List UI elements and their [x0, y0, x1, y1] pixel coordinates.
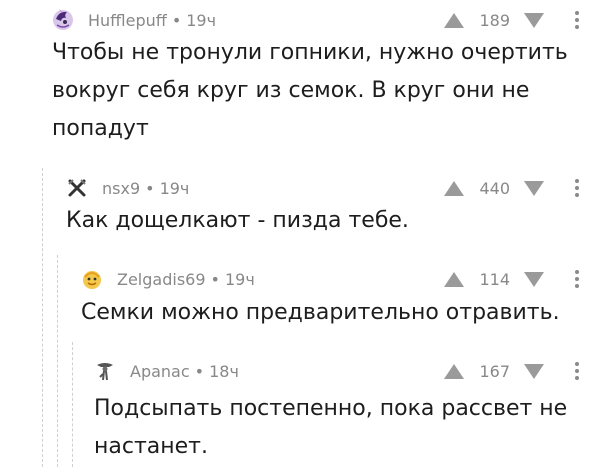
thread-line: [72, 342, 73, 467]
comment-header: Apanac • 18ч 167: [94, 357, 590, 385]
figure-avatar-icon[interactable]: [94, 360, 116, 382]
comment-meta: Hufflepuff • 19ч: [88, 11, 216, 30]
separator-dot: •: [210, 269, 220, 289]
comment-meta: Zelgadis69 • 19ч: [117, 270, 255, 289]
comment-time: 19ч: [186, 10, 217, 30]
comment-meta: nsx9 • 19ч: [102, 179, 189, 198]
separator-dot: •: [171, 10, 182, 30]
comment-score: 114: [479, 269, 510, 289]
comment-score: 440: [479, 178, 510, 198]
thread-line: [57, 255, 58, 467]
downvote-icon[interactable]: [524, 12, 544, 28]
author-name[interactable]: nsx9: [102, 179, 140, 198]
author-name[interactable]: Apanac: [130, 362, 190, 381]
comment-score: 167: [479, 361, 510, 381]
comment-header: Hufflepuff • 19ч 189: [52, 6, 590, 34]
comment-text: Семки можно предварительно отравить.: [81, 300, 560, 325]
comment-time: 18ч: [209, 361, 239, 381]
author-name[interactable]: Hufflepuff: [88, 11, 167, 30]
comment-time: 19ч: [159, 178, 190, 198]
downvote-icon[interactable]: [524, 363, 544, 379]
downvote-icon[interactable]: [524, 180, 544, 196]
comment-header: nsx9 • 19ч 440: [66, 174, 590, 202]
upvote-icon[interactable]: [444, 180, 464, 196]
comment-text: Чтобы не тронули гопники, нужно очертить…: [52, 40, 568, 141]
yellow-face-avatar-icon[interactable]: [81, 268, 103, 290]
comment-time: 19ч: [224, 269, 255, 289]
upvote-icon[interactable]: [444, 271, 464, 287]
downvote-icon[interactable]: [524, 271, 544, 287]
comment-text: Как дощелкают - пизда тебе.: [66, 208, 409, 233]
author-name[interactable]: Zelgadis69: [117, 270, 206, 289]
more-options-icon[interactable]: [564, 11, 590, 29]
comment-text: Подсыпать постепенно, пока рассвет не на…: [94, 396, 568, 459]
crossed-swords-avatar-icon[interactable]: [66, 177, 88, 199]
more-options-icon[interactable]: [564, 179, 590, 197]
thread-line: [42, 168, 43, 467]
comment-meta: Apanac • 18ч: [130, 362, 239, 381]
upvote-icon[interactable]: [444, 363, 464, 379]
upvote-icon[interactable]: [444, 12, 464, 28]
more-options-icon[interactable]: [564, 270, 590, 288]
separator-dot: •: [194, 361, 205, 381]
pony-avatar-icon[interactable]: [52, 9, 74, 31]
comment-score: 189: [479, 10, 510, 30]
separator-dot: •: [145, 178, 155, 198]
more-options-icon[interactable]: [564, 362, 590, 380]
comment-header: Zelgadis69 • 19ч 114: [81, 265, 590, 293]
